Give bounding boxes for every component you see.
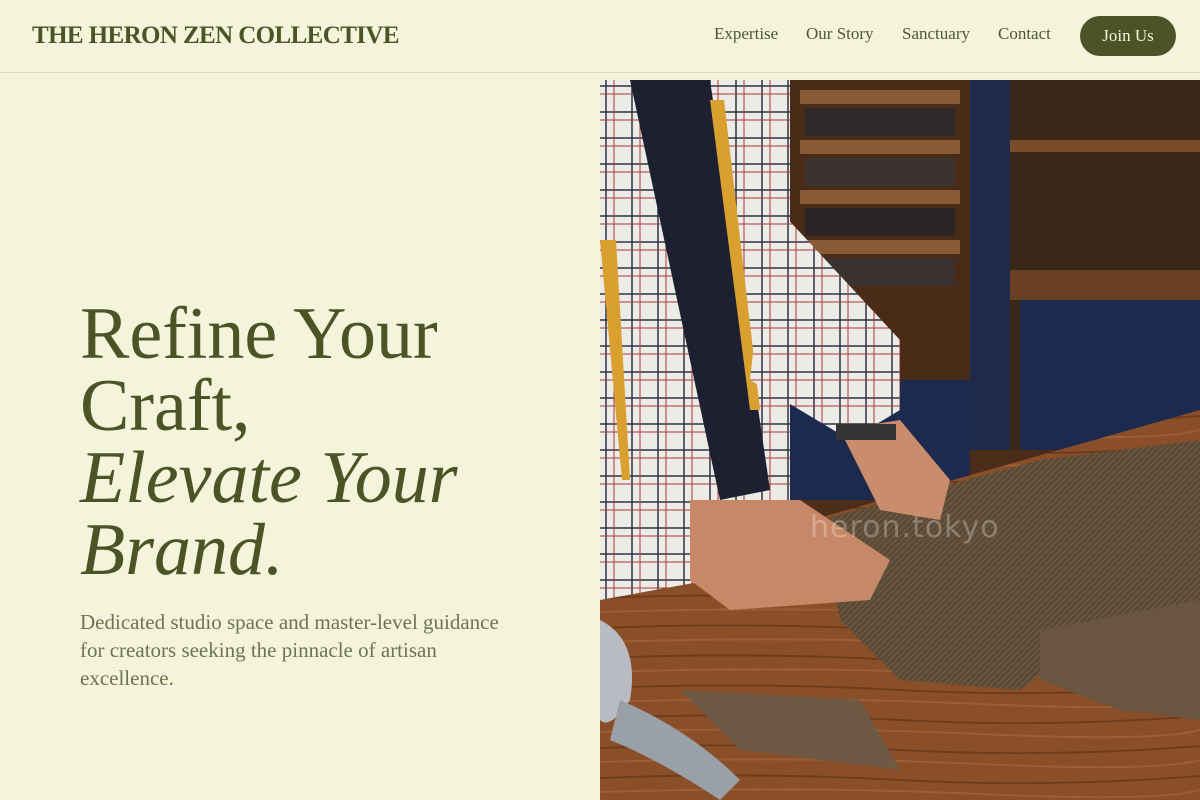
brand-logo[interactable]: THE HERON ZEN COLLECTIVE: [32, 22, 400, 50]
image-watermark: heron.tokyo: [810, 510, 1000, 545]
join-us-button[interactable]: Join Us: [1080, 16, 1176, 56]
top-navbar: THE HERON ZEN COLLECTIVE Expertise Our S…: [0, 0, 1200, 73]
nav-link-contact[interactable]: Contact: [998, 24, 1051, 44]
headline-line-3: Elevate Your: [80, 437, 458, 519]
hero-image-tailor: heron.tokyo: [600, 80, 1200, 800]
nav-link-expertise[interactable]: Expertise: [714, 24, 778, 44]
nav-link-sanctuary[interactable]: Sanctuary: [902, 24, 970, 44]
headline-line-2: Craft,: [80, 365, 251, 447]
nav-link-our-story[interactable]: Our Story: [806, 24, 874, 44]
hero-headline: Refine Your Craft, Elevate Your Brand.: [80, 293, 580, 591]
hero-subtext: Dedicated studio space and master-level …: [80, 610, 499, 690]
hero-text: Refine Your Craft, Elevate Your Brand. D…: [80, 293, 580, 692]
tailor-illustration: [600, 80, 1200, 800]
headline-line-4: Brand.: [80, 509, 284, 591]
headline-line-1: Refine Your: [80, 293, 438, 375]
